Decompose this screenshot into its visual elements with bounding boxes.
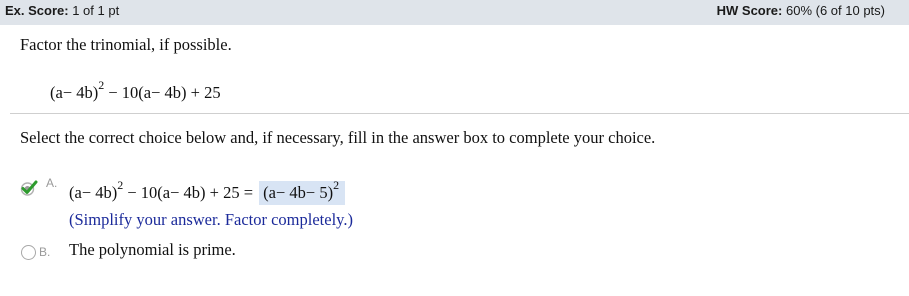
expression-exponent: 2 xyxy=(98,77,105,92)
exercise-score-label: Ex. Score: xyxy=(5,3,69,18)
question-prompt: Factor the trinomial, if possible. xyxy=(20,35,232,54)
correct-checkmark-icon xyxy=(20,180,38,196)
answer-box[interactable]: (a− 4b− 5)2 xyxy=(259,177,346,205)
expression-base: (a− 4b) xyxy=(50,83,99,102)
expression-rest: − 10(a− 4b) + 25 xyxy=(108,83,221,102)
exercise-score: Ex. Score: 1 of 1 pt xyxy=(5,3,119,18)
choice-a-radio[interactable] xyxy=(20,180,38,196)
instruction-text: Select the correct choice below and, if … xyxy=(20,128,656,147)
choice-a-lhs-exponent: 2 xyxy=(117,177,124,192)
answer-base: (a− 4b− 5) xyxy=(263,183,334,202)
homework-score-label: HW Score: xyxy=(716,3,783,18)
homework-score: HW Score: 60% (6 of 10 pts) xyxy=(717,3,885,18)
exercise-score-value: 1 of 1 pt xyxy=(72,3,120,18)
question-expression: (a− 4b)2 − 10(a− 4b) + 25 xyxy=(50,79,221,103)
choice-b-radio[interactable] xyxy=(21,245,36,260)
homework-score-value: 60% (6 of 10 pts) xyxy=(786,3,885,18)
choice-b-text: The polynomial is prime. xyxy=(69,240,236,259)
choice-a-hint: (Simplify your answer. Factor completely… xyxy=(69,210,353,229)
choice-a-lhs-base: (a− 4b) xyxy=(69,183,118,202)
divider xyxy=(10,113,909,114)
choice-a-expression: (a− 4b)2 − 10(a− 4b) + 25 = (a− 4b− 5)2 xyxy=(69,177,346,205)
answer-exponent: 2 xyxy=(333,177,340,192)
choice-b-letter: B. xyxy=(39,245,51,259)
score-bar: Ex. Score: 1 of 1 pt HW Score: 60% (6 of… xyxy=(0,0,909,25)
choice-a-letter: A. xyxy=(46,176,58,190)
choice-a-lhs-rest: − 10(a− 4b) + 25 = xyxy=(127,183,254,202)
